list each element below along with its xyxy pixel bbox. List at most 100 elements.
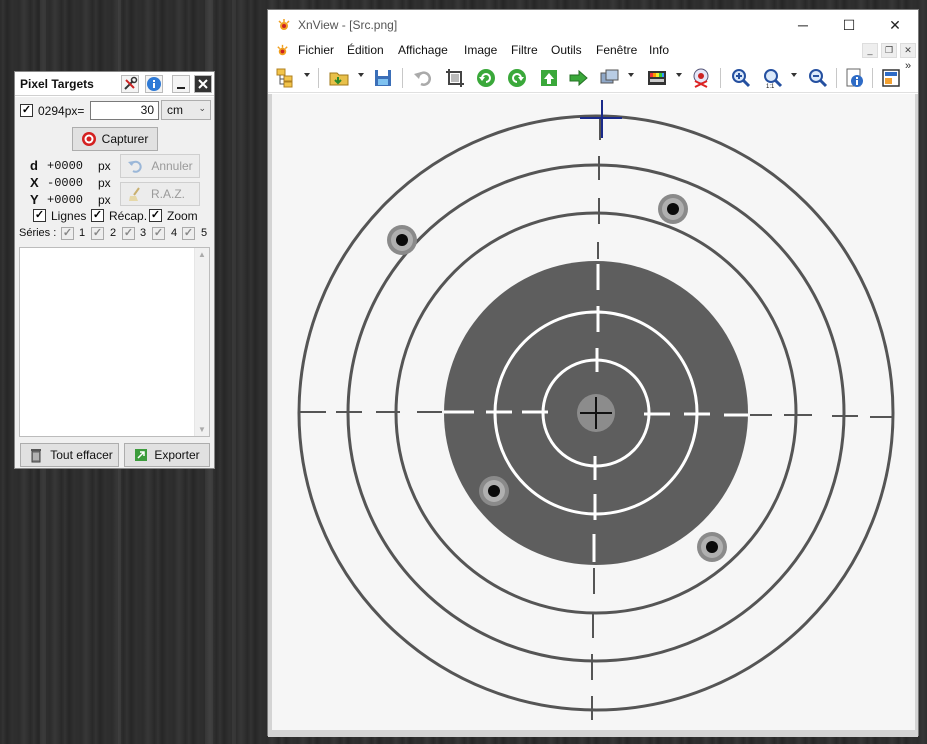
open-dropdown-icon[interactable] <box>358 73 364 77</box>
scroll-down-icon[interactable]: ▼ <box>198 425 206 434</box>
close-window-button[interactable]: ✕ <box>872 10 918 40</box>
clear-all-button[interactable]: Tout effacer <box>20 443 119 467</box>
lines-checkbox[interactable]: ✓ <box>33 209 46 222</box>
series-5-checkbox[interactable]: ✓ <box>182 227 195 240</box>
bullet-hole-1 <box>387 225 417 255</box>
y-value: +0000 <box>47 193 84 207</box>
capture-crosshair <box>580 100 622 138</box>
series-1-label: 1 <box>79 227 86 239</box>
save-icon[interactable] <box>372 67 394 89</box>
menu-fenetre[interactable]: Fenêtre <box>596 43 637 57</box>
mdi-restore-button[interactable]: ❐ <box>881 43 897 58</box>
zoom-checkbox[interactable]: ✓ <box>149 209 162 222</box>
scale-label: 0294px= <box>38 104 85 118</box>
crop-icon[interactable] <box>444 67 466 89</box>
minimize-icon[interactable] <box>172 75 190 93</box>
maximize-window-button[interactable]: ☐ <box>826 10 872 40</box>
results-scrollbar[interactable]: ▲ ▼ <box>194 248 209 436</box>
colors-dropdown-icon[interactable] <box>676 73 682 77</box>
menu-affichage[interactable]: Affichage <box>398 43 448 57</box>
panel-titlebar[interactable]: Pixel Targets <box>15 72 214 96</box>
bullet-hole-4 <box>697 532 727 562</box>
window-title: XnView - [Src.png] <box>298 18 398 32</box>
zoom-dropdown-icon[interactable] <box>791 73 797 77</box>
window-titlebar[interactable]: XnView - [Src.png] ─ ☐ ✕ <box>268 10 918 40</box>
zoom-label: Zoom <box>167 209 198 223</box>
browser-dropdown-icon[interactable] <box>304 73 310 77</box>
recap-checkbox[interactable]: ✓ <box>91 209 104 222</box>
chevron-down-icon: ⌄ <box>198 103 206 113</box>
series-3-checkbox[interactable]: ✓ <box>122 227 135 240</box>
scale-checkbox[interactable]: ✓ <box>20 104 33 117</box>
menu-edition[interactable]: Édition <box>347 43 384 57</box>
toolbar-overflow-button[interactable]: » <box>905 60 911 72</box>
open-folder-icon[interactable] <box>328 67 350 89</box>
series-4-checkbox[interactable]: ✓ <box>152 227 165 240</box>
undo-button[interactable]: Annuler <box>120 154 200 178</box>
export-icon <box>133 447 149 463</box>
trash-icon <box>28 447 44 463</box>
rotate-left-icon[interactable] <box>475 67 497 89</box>
previous-icon[interactable] <box>538 67 560 89</box>
menu-fichier[interactable]: Fichier <box>298 43 334 57</box>
results-list[interactable]: ▲ ▼ <box>19 247 210 437</box>
target-drawing <box>297 100 895 720</box>
scroll-up-icon[interactable]: ▲ <box>198 250 206 259</box>
toolbar-separator <box>402 68 403 88</box>
slideshow-dropdown-icon[interactable] <box>628 73 634 77</box>
menu-bar: Fichier Édition Affichage Image Filtre O… <box>268 40 918 62</box>
svg-text:1:1: 1:1 <box>766 84 775 89</box>
image-viewer[interactable] <box>268 94 918 737</box>
next-icon[interactable] <box>567 67 589 89</box>
undo-icon[interactable] <box>412 67 434 89</box>
series-1-checkbox[interactable]: ✓ <box>61 227 74 240</box>
slideshow-icon[interactable] <box>599 67 621 89</box>
unit-select[interactable]: cm ⌄ <box>161 100 211 120</box>
mdi-close-button[interactable]: ✕ <box>900 43 916 58</box>
bullet-hole-2 <box>658 194 688 224</box>
target-icon <box>81 131 97 147</box>
toolbar-separator <box>720 68 721 88</box>
info-icon[interactable] <box>145 75 163 93</box>
toolbar-separator <box>318 68 319 88</box>
tools-icon[interactable] <box>121 75 139 93</box>
menu-outils[interactable]: Outils <box>551 43 582 57</box>
main-toolbar: 1:1 » <box>268 60 918 93</box>
x-label: X <box>30 175 39 190</box>
zoom-out-icon[interactable] <box>807 67 829 89</box>
undo-icon <box>127 158 143 174</box>
mdi-minimize-button[interactable]: _ <box>862 43 878 58</box>
series-label: Séries : <box>19 227 57 239</box>
adjust-colors-icon[interactable] <box>646 67 668 89</box>
close-icon[interactable] <box>194 75 212 93</box>
browser-icon[interactable] <box>275 67 297 89</box>
zoom-1to1-icon[interactable]: 1:1 <box>762 67 784 89</box>
scale-value-input[interactable]: 30 <box>90 101 159 120</box>
minimize-window-button[interactable]: ─ <box>780 10 826 40</box>
rotate-right-icon[interactable] <box>506 67 528 89</box>
menu-info[interactable]: Info <box>649 43 669 57</box>
properties-icon[interactable] <box>844 67 866 89</box>
export-button[interactable]: Exporter <box>124 443 210 467</box>
red-eye-icon[interactable] <box>690 67 712 89</box>
broom-icon <box>127 186 143 202</box>
fullscreen-icon[interactable] <box>880 67 902 89</box>
d-value: +0000 <box>47 159 84 173</box>
menu-filtre[interactable]: Filtre <box>511 43 538 57</box>
target-image[interactable] <box>272 94 915 730</box>
panel-title: Pixel Targets <box>20 77 94 91</box>
toolbar-separator <box>872 68 873 88</box>
menu-image[interactable]: Image <box>464 43 497 57</box>
d-unit: px <box>98 159 111 173</box>
reset-button[interactable]: R.A.Z. <box>120 182 200 206</box>
toolbar-separator <box>836 68 837 88</box>
series-2-label: 2 <box>110 227 117 239</box>
series-2-checkbox[interactable]: ✓ <box>91 227 104 240</box>
y-label: Y <box>30 192 39 207</box>
series-4-label: 4 <box>171 227 178 239</box>
capture-button[interactable]: Capturer <box>72 127 158 151</box>
document-icon[interactable] <box>275 43 290 61</box>
bullet-hole-3 <box>479 476 509 506</box>
zoom-in-icon[interactable] <box>730 67 752 89</box>
recap-label: Récap. <box>109 209 148 223</box>
